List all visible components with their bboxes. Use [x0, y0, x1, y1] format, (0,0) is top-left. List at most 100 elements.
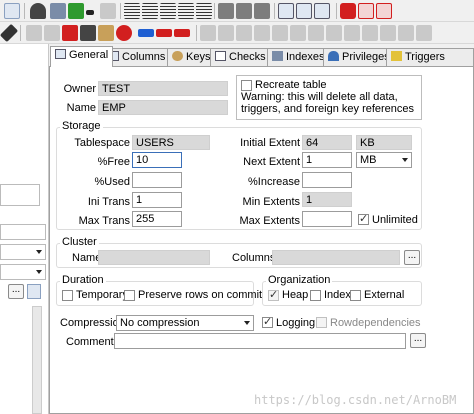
toolbar-separator: [196, 25, 197, 41]
find-replace-icon[interactable]: [50, 3, 66, 19]
chevron-down-icon: [244, 321, 250, 325]
preserve-rows-label: Preserve rows on commit: [138, 289, 263, 301]
owner-field[interactable]: TEST: [98, 81, 228, 96]
tab-triggers[interactable]: Triggers: [386, 48, 474, 66]
tab-checks[interactable]: Checks: [210, 48, 271, 66]
toolbar-separator: [274, 3, 275, 19]
name-label: Name: [66, 102, 96, 114]
min-extents-label: Min Extents: [242, 196, 300, 208]
tablespace-field[interactable]: USERS: [132, 135, 210, 150]
cluster-name-label: Name: [72, 252, 102, 264]
rowdependencies-checkbox: [316, 317, 327, 328]
tab-privileges[interactable]: Privileges: [323, 48, 395, 66]
pdf-icon[interactable]: [358, 3, 374, 19]
browser-filter-field[interactable]: [0, 224, 46, 240]
chevron-down-icon: [402, 158, 408, 162]
preserve-rows-checkbox[interactable]: [124, 290, 135, 301]
recreate-box: Recreate table Warning: this will delete…: [236, 75, 422, 120]
keys-tab-icon: [172, 51, 183, 61]
checks-tab-icon: [215, 51, 226, 61]
step-icon[interactable]: [236, 3, 252, 19]
tab-general[interactable]: General: [50, 46, 114, 67]
tab-keys[interactable]: Keys: [167, 48, 216, 66]
stop-icon[interactable]: [80, 25, 96, 41]
next-extent-unit-select[interactable]: MB: [356, 152, 412, 168]
browser-list-box[interactable]: [0, 184, 40, 206]
box-icon[interactable]: [98, 25, 114, 41]
recreate-label: Recreate table: [255, 79, 327, 91]
external-checkbox[interactable]: [350, 290, 361, 301]
browser-combo-1[interactable]: [0, 244, 46, 260]
toolbar-separator: [214, 3, 215, 19]
disabled-icon: [254, 25, 270, 41]
next-extent-input[interactable]: 1: [302, 152, 352, 168]
heap-checkbox[interactable]: [268, 288, 279, 301]
red-arrow-icon[interactable]: [156, 29, 172, 37]
align-icon[interactable]: [124, 3, 140, 19]
uncomment-icon[interactable]: [196, 3, 212, 19]
recreate-checkbox[interactable]: [241, 80, 252, 91]
unlimited-checkbox[interactable]: [358, 212, 369, 225]
initial-extent-unit[interactable]: KB: [356, 135, 412, 150]
logging-checkbox[interactable]: [262, 315, 273, 328]
pctincrease-input[interactable]: [302, 172, 352, 188]
organization-title: Organization: [266, 274, 333, 286]
initrans-input[interactable]: 1: [132, 192, 182, 208]
red-cube-icon[interactable]: [62, 25, 78, 41]
disabled-icon: [308, 25, 324, 41]
object-browser-pane: ...: [0, 44, 49, 414]
browser-ellipsis-button[interactable]: ...: [8, 284, 24, 299]
debug-icon[interactable]: [254, 3, 270, 19]
comment-icon[interactable]: [178, 3, 194, 19]
windows-icon[interactable]: [278, 3, 294, 19]
comments-input[interactable]: [114, 333, 406, 349]
pctfree-label: %Free: [97, 156, 130, 168]
min-extents-field[interactable]: 1: [302, 192, 352, 207]
toolbar-main: [0, 0, 474, 22]
wrench-icon[interactable]: [0, 23, 19, 43]
rowdependencies-label: Rowdependencies: [330, 317, 421, 329]
browser-combo-2[interactable]: [0, 264, 46, 280]
eraser-icon: [44, 25, 60, 41]
comments-button[interactable]: ...: [410, 333, 426, 348]
oracle-icon[interactable]: [340, 3, 356, 19]
red-arrow-left-icon[interactable]: [174, 29, 190, 37]
pctfree-input[interactable]: 10: [132, 152, 182, 168]
record-icon[interactable]: [116, 25, 132, 41]
pctused-input[interactable]: [132, 172, 182, 188]
toolbar-separator: [336, 3, 337, 19]
binoculars-icon[interactable]: [30, 3, 46, 19]
maxtrans-input[interactable]: 255: [132, 211, 182, 227]
dropdown-arrow-icon[interactable]: [86, 10, 94, 15]
green-arrow-icon[interactable]: [68, 3, 84, 19]
general-panel: Owner TEST Name EMP Recreate table Warni…: [49, 66, 474, 414]
max-extents-label: Max Extents: [239, 215, 300, 227]
temporary-checkbox[interactable]: [62, 290, 73, 301]
report-icon[interactable]: [376, 3, 392, 19]
unindent-icon[interactable]: [160, 3, 176, 19]
tab-indexes[interactable]: Indexes: [267, 48, 330, 66]
compression-select[interactable]: No compression: [116, 315, 254, 331]
disabled-icon: [398, 25, 414, 41]
grid-icon[interactable]: [314, 3, 330, 19]
tile-icon[interactable]: [296, 3, 312, 19]
cluster-columns-button[interactable]: ...: [404, 250, 420, 265]
browser-document-icon[interactable]: [27, 284, 41, 299]
disabled-icon: [218, 25, 234, 41]
max-extents-input[interactable]: [302, 211, 352, 227]
blue-arrow-icon[interactable]: [138, 29, 154, 37]
cluster-columns-field[interactable]: [272, 250, 400, 265]
name-field[interactable]: EMP: [98, 100, 228, 115]
disabled-icon: [236, 25, 252, 41]
comments-label: Comments: [66, 336, 120, 348]
browser-scrollbar[interactable]: [32, 306, 42, 414]
pin-icon: [26, 25, 42, 41]
initial-extent-field[interactable]: 64: [302, 135, 352, 150]
document-icon[interactable]: [4, 3, 20, 19]
disabled-arrow-icon: [100, 3, 116, 19]
disabled-icon: [380, 25, 396, 41]
index-checkbox[interactable]: [310, 290, 321, 301]
execute-icon[interactable]: [218, 3, 234, 19]
cluster-name-field[interactable]: [98, 250, 210, 265]
indent-icon[interactable]: [142, 3, 158, 19]
